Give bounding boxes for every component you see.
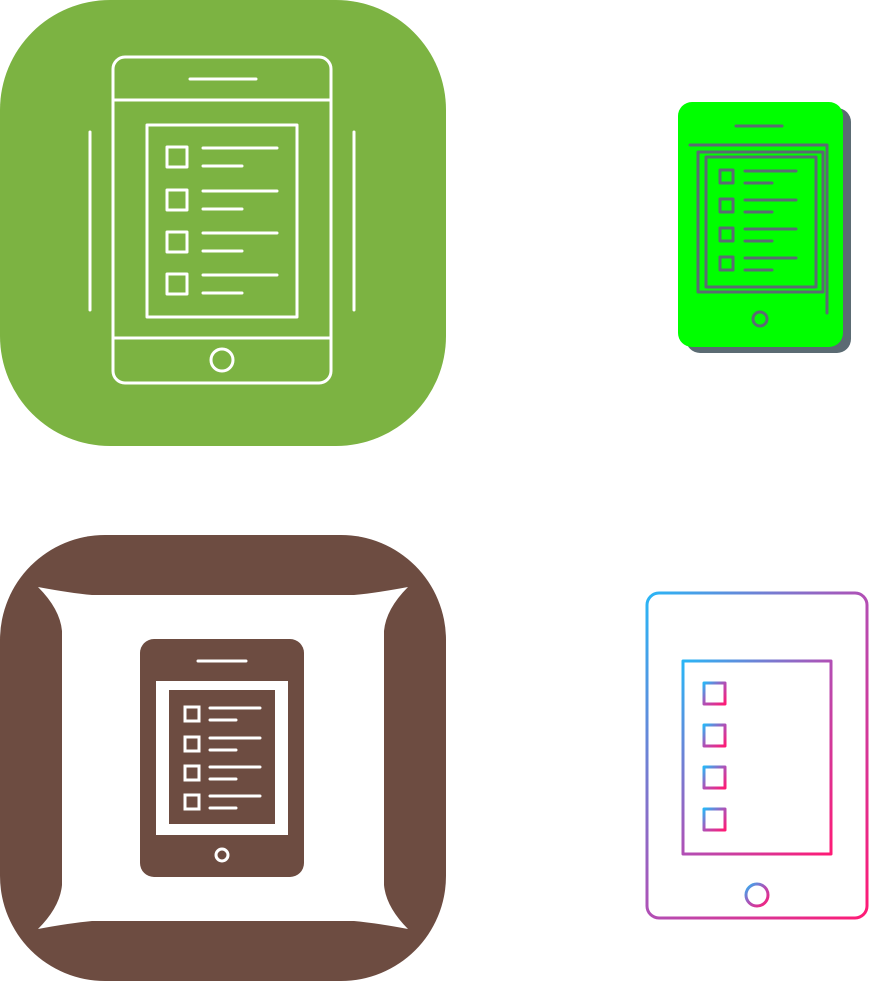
tablet-checklist-glyph-icon-brown-cushion bbox=[0, 535, 446, 981]
rounded-square-background bbox=[0, 0, 446, 446]
tablet-checklist-gradient-icon bbox=[624, 591, 890, 920]
tablet-outline bbox=[624, 591, 890, 920]
checklist-rows bbox=[702, 681, 815, 832]
tablet-checklist-line-icon-green-rounded bbox=[0, 0, 446, 446]
tablet-glyph bbox=[140, 639, 304, 877]
tablet-body bbox=[678, 102, 843, 347]
tablet-checklist-flat-icon-green bbox=[678, 102, 851, 353]
